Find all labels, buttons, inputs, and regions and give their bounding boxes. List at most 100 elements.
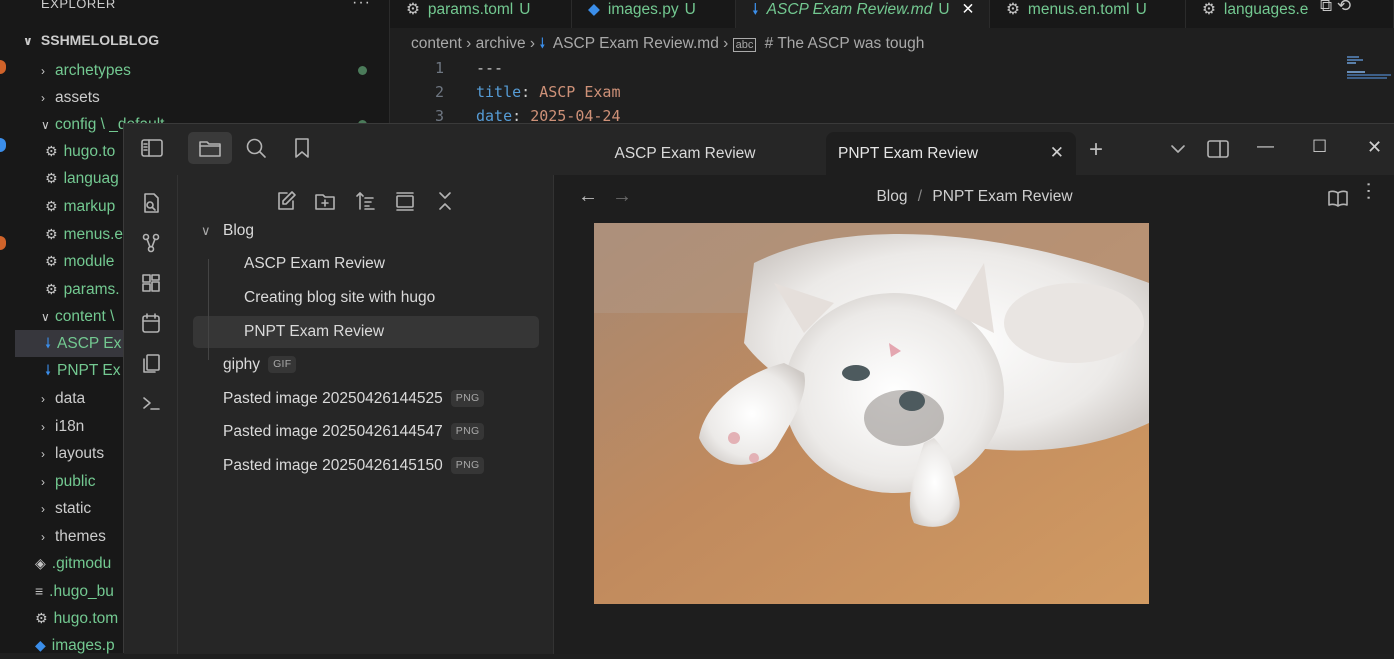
terminal-icon[interactable]	[137, 389, 165, 417]
obsidian-file-explorer: ∨ Blog ASCP Exam Review Creating blog site …	[178, 175, 554, 654]
explorer-item[interactable]: › archetypes	[15, 57, 390, 84]
new-folder-icon[interactable]	[311, 187, 339, 215]
obsidian-editor: ← → Blog / PNPT Exam Review ···	[554, 175, 1394, 654]
new-note-icon[interactable]	[272, 187, 300, 215]
file-type-badge: PNG	[450, 457, 485, 474]
tab-pnpt-exam-review[interactable]: PNPT Exam Review ✕	[826, 132, 1076, 175]
editor-minimap[interactable]	[1344, 54, 1394, 84]
new-tab-button[interactable]: +	[1089, 136, 1103, 164]
bookmark-icon[interactable]	[286, 132, 318, 164]
yaml-value: ASCP Exam	[539, 83, 621, 101]
file-item-label: Creating blog site with hugo	[244, 289, 436, 306]
chevron-down-icon[interactable]	[1164, 136, 1192, 162]
chevron-right-icon: ›	[41, 447, 45, 461]
quick-switcher-icon[interactable]	[137, 189, 165, 217]
explorer-more-button[interactable]: ···	[352, 0, 371, 12]
templates-icon[interactable]	[137, 349, 165, 377]
gear-icon: ⚙	[45, 198, 58, 214]
obsidian-ribbon	[124, 175, 178, 654]
gear-icon: ⚙	[406, 1, 420, 18]
editor-actions-icon[interactable]: ⧉ ⟲	[1320, 0, 1351, 16]
explorer-item-label: languag	[63, 170, 119, 187]
markdown-icon: 🠗	[539, 35, 546, 51]
close-window-button[interactable]: ✕	[1367, 137, 1382, 158]
editor-tab-label: languages.e	[1223, 1, 1309, 18]
code-text: title: ASCP Exam	[476, 80, 621, 104]
explorer-item-label: images.p	[51, 637, 115, 654]
editor-tab[interactable]: ◆ images.py U	[572, 0, 736, 28]
editor-tab[interactable]: 🠗 ASCP Exam Review.md U ✕	[736, 0, 990, 28]
search-icon[interactable]	[240, 132, 272, 164]
toggle-right-sidebar-icon[interactable]	[1204, 136, 1232, 162]
markdown-icon: 🠗	[752, 1, 759, 18]
explorer-item-label: public	[55, 473, 96, 490]
file-item[interactable]: PNPT Exam Review	[193, 316, 539, 348]
file-item[interactable]: Pasted image 20250426144547 PNG	[193, 416, 539, 448]
breadcrumb-item[interactable]: archive	[476, 35, 526, 52]
breadcrumb-folder[interactable]: Blog	[876, 188, 907, 205]
code-text: ---	[476, 56, 503, 80]
gear-icon: ⚙	[1202, 1, 1216, 18]
chevron-down-icon: ∨	[201, 223, 211, 238]
file-item[interactable]: giphy GIF	[193, 349, 539, 381]
tab-ascp-exam-review[interactable]: ASCP Exam Review	[554, 132, 816, 175]
chevron-right-icon: ›	[529, 35, 540, 52]
obsidian-window: ASCP Exam Review PNPT Exam Review ✕ + — …	[123, 123, 1394, 654]
editor-tab[interactable]: ⚙ params.toml U	[390, 0, 572, 28]
gear-icon: ⚙	[45, 281, 58, 297]
file-item[interactable]: Pasted image 20250426144525 PNG	[193, 383, 539, 415]
folder-item-blog[interactable]: ∨ Blog	[193, 215, 539, 247]
code-line: 1 ---	[390, 56, 990, 80]
toggle-sidebar-icon[interactable]	[136, 133, 168, 163]
explorer-item-label: .hugo_bu	[49, 583, 114, 600]
collapse-all-icon[interactable]	[431, 187, 459, 215]
explorer-item[interactable]: › assets	[15, 84, 390, 111]
file-item[interactable]: ASCP Exam Review	[193, 248, 539, 280]
file-type-badge: PNG	[450, 423, 485, 440]
minimize-button[interactable]: —	[1257, 136, 1274, 156]
reading-view-icon[interactable]	[1324, 185, 1352, 211]
breadcrumb-current[interactable]: PNPT Exam Review	[932, 188, 1072, 205]
breadcrumb-item[interactable]: content	[411, 35, 462, 52]
close-icon[interactable]: ✕	[1050, 143, 1064, 163]
git-status-dot	[358, 66, 367, 75]
sort-icon[interactable]	[351, 187, 379, 215]
breadcrumb-item[interactable]: # The ASCP was tough	[765, 35, 925, 52]
graph-view-icon[interactable]	[137, 229, 165, 257]
activity-badge	[0, 138, 6, 152]
folder-icon[interactable]	[188, 132, 232, 164]
lines-icon: ≡	[35, 583, 44, 599]
explorer-header: EXPLORER	[41, 0, 116, 11]
explorer-item-label: params.	[63, 281, 120, 298]
gear-icon: ⚙	[45, 253, 58, 269]
breadcrumb-separator: /	[917, 188, 923, 205]
more-options-icon[interactable]: ···	[1358, 181, 1380, 201]
explorer-item-label: static	[55, 500, 92, 517]
heading-icon: abc	[732, 38, 757, 52]
git-untracked-badge: U	[938, 1, 950, 18]
explorer-root-folder[interactable]: ∨ SSHMELOLBLOG	[23, 32, 159, 48]
chevron-right-icon: ›	[466, 35, 476, 52]
explorer-item-label: menus.e	[63, 226, 124, 243]
auto-reveal-icon[interactable]	[391, 187, 419, 215]
chevron-right-icon: ›	[41, 64, 45, 78]
canvas-icon[interactable]	[137, 269, 165, 297]
yaml-key: title	[476, 83, 522, 101]
file-item[interactable]: Creating blog site with hugo	[193, 282, 539, 314]
explorer-item-label: archetypes	[55, 62, 131, 79]
obsidian-titlebar: ASCP Exam Review PNPT Exam Review ✕ + — …	[124, 124, 1394, 175]
explorer-item-label: module	[63, 253, 115, 270]
editor-tab[interactable]: ⚙ languages.e	[1186, 0, 1394, 28]
chevron-down-icon: ∨	[41, 118, 50, 132]
maximize-button[interactable]: ☐	[1312, 137, 1327, 157]
breadcrumb-item[interactable]: ASCP Exam Review.md	[553, 35, 719, 52]
explorer-item-label: hugo.tom	[53, 610, 119, 627]
calendar-icon[interactable]	[137, 309, 165, 337]
gear-icon: ⚙	[45, 143, 58, 159]
line-number: 1	[434, 59, 444, 77]
explorer-item-label: hugo.to	[63, 143, 116, 160]
close-icon[interactable]: ✕	[962, 1, 975, 18]
file-item[interactable]: Pasted image 20250426145150 PNG	[193, 450, 539, 482]
editor-tab[interactable]: ⚙ menus.en.toml U	[990, 0, 1186, 28]
line-number: 2	[434, 83, 444, 101]
